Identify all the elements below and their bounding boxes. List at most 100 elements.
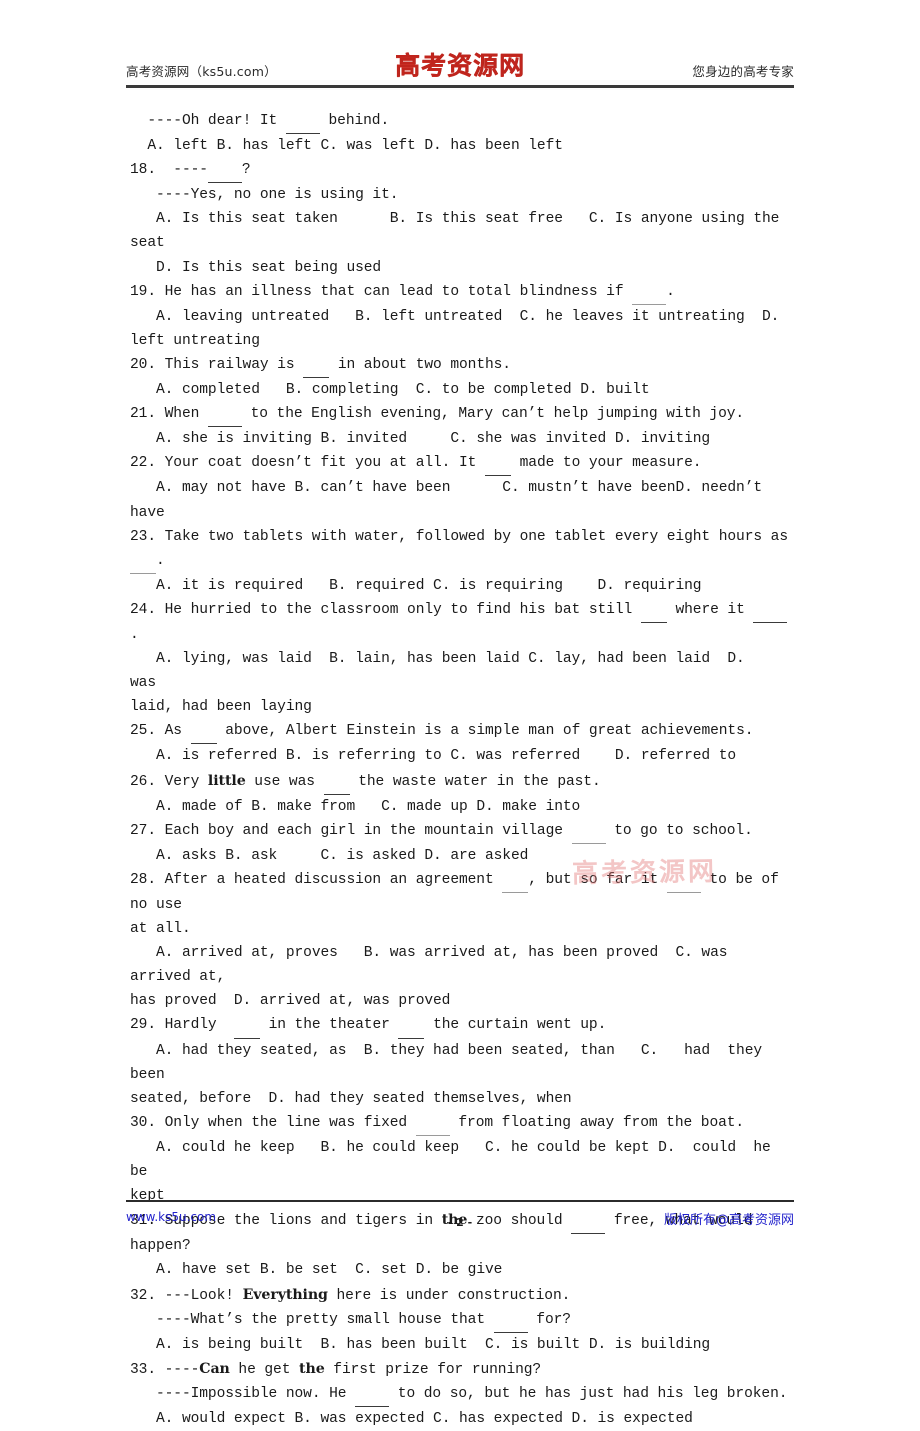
question-line: 28. After a heated discussion an agreeme…	[130, 868, 794, 917]
answer-blank[interactable]	[190, 719, 217, 745]
text-run: the waste water in the past.	[349, 773, 601, 790]
question-line: laid, had been laying	[130, 695, 794, 719]
answer-blank[interactable]	[398, 1013, 425, 1039]
question-line: ----Oh dear! It behind.	[130, 109, 794, 135]
question-line: ----What’s the pretty small house that f…	[130, 1308, 794, 1333]
text-run: 32. ---Look!	[130, 1287, 243, 1304]
text-run: 19. He has an illness that can lead to t…	[130, 283, 633, 300]
answer-blank[interactable]	[207, 402, 242, 428]
text-run: A. left B. has left C. was left D. has b…	[130, 138, 563, 155]
page-header: 高考资源网（ks5u.com） 高考资源网 您身边的高考专家	[126, 51, 794, 88]
document-page: 高考资源网（ks5u.com） 高考资源网 您身边的高考专家 ----Oh de…	[0, 0, 920, 1427]
emphasised-word: Everything	[242, 1286, 328, 1303]
answer-blank[interactable]	[632, 280, 667, 305]
question-line: 33. ----Can he get the first prize for r…	[130, 1357, 794, 1382]
question-line: left untreating	[130, 329, 794, 353]
answer-blank[interactable]	[285, 109, 320, 135]
footer-url-link[interactable]: www.ks5u.com	[126, 1210, 216, 1224]
text-run: 28. After a heated discussion an agreeme…	[130, 871, 503, 888]
question-line: A. made of B. make from C. made up D. ma…	[130, 795, 794, 819]
text-run: A. it is required B. required C. is requ…	[130, 577, 702, 594]
answer-blank[interactable]	[502, 868, 529, 893]
text-run: D. Is this seat being used	[130, 259, 382, 276]
text-run: A. had they seated, as B. they had been …	[130, 1042, 780, 1083]
question-line: A. is being built B. has been built C. i…	[130, 1333, 794, 1357]
question-line: 22. Your coat doesn’t fit you at all. It…	[130, 451, 794, 477]
question-line: A. could he keep B. he could keep C. he …	[130, 1136, 794, 1184]
text-run: where it	[666, 601, 754, 618]
text-run: A. lying, was laid B. lain, has been lai…	[130, 651, 780, 692]
text-run: A. could he keep B. he could keep C. he …	[130, 1139, 789, 1181]
text-run: ----Oh dear! It	[130, 113, 286, 129]
emphasised-word: Can	[199, 1360, 230, 1377]
footer-copyright: 版权所有@高考资源网	[663, 1213, 794, 1228]
question-line: A. completed B. completing C. to be comp…	[130, 378, 794, 402]
answer-blank[interactable]	[571, 819, 606, 844]
question-line: 32. ---Look! Everything here is under co…	[130, 1283, 794, 1308]
answer-blank[interactable]	[323, 770, 350, 795]
question-line: A. Is this seat taken B. Is this seat fr…	[130, 207, 794, 255]
text-run: A. is referred B. is referring to C. was…	[130, 748, 737, 765]
text-run: 21. When	[130, 406, 208, 423]
answer-blank[interactable]	[753, 598, 788, 623]
question-line: 20. This railway is in about two months.	[130, 353, 794, 379]
question-line: 21. When to the English evening, Mary ca…	[130, 402, 794, 428]
text-run: 20. This railway is	[130, 356, 304, 373]
question-line: 24. He hurried to the classroom only to …	[130, 598, 794, 647]
answer-blank[interactable]	[493, 1308, 528, 1333]
question-line: A. may not have B. can’t have been C. mu…	[130, 476, 794, 524]
answer-blank[interactable]	[207, 158, 242, 184]
text-run: .	[156, 552, 165, 569]
question-line: seated, before D. had they seated themse…	[130, 1087, 794, 1111]
text-run: 22. Your coat doesn’t fit you at all. It	[130, 455, 485, 472]
text-run: behind.	[319, 113, 390, 129]
question-line: A. asks B. ask C. is asked D. are asked	[130, 844, 794, 868]
text-run: to do so, but he has just had his leg br…	[389, 1385, 788, 1402]
text-run: A. made of B. make from C. made up D. ma…	[130, 798, 581, 815]
text-run: A. is being built B. has been built C. i…	[130, 1336, 711, 1353]
question-line: at all.	[130, 917, 794, 941]
answer-blank[interactable]	[640, 598, 667, 623]
text-run: , but so far it	[528, 871, 667, 888]
question-line: A. would expect B. was expected C. has e…	[130, 1407, 794, 1431]
text-run: 24. He hurried to the classroom only to …	[130, 601, 641, 618]
text-run: in the theater	[259, 1017, 399, 1034]
question-line: has proved D. arrived at, was proved	[130, 989, 794, 1013]
text-run: A. arrived at, proves B. was arrived at,…	[130, 945, 737, 986]
text-run: 26. Very	[130, 773, 208, 790]
question-line: A. arrived at, proves B. was arrived at,…	[130, 941, 794, 989]
question-line: 30. Only when the line was fixed from fl…	[130, 1111, 794, 1136]
text-run: laid, had been laying	[130, 699, 312, 716]
text-run: 27. Each boy and each girl in the mounta…	[130, 822, 572, 839]
text-run: he get	[229, 1361, 300, 1378]
text-run: 29. Hardly	[130, 1017, 234, 1034]
question-line: ----Impossible now. He to do so, but he …	[130, 1382, 794, 1407]
question-line: A. left B. has left C. was left D. has b…	[130, 134, 794, 158]
question-line: A. had they seated, as B. they had been …	[130, 1039, 794, 1087]
text-run: ?	[241, 162, 251, 179]
answer-blank[interactable]	[130, 549, 156, 574]
answer-blank[interactable]	[233, 1013, 260, 1039]
answer-blank[interactable]	[355, 1382, 390, 1407]
header-tagline: 您身边的高考专家	[692, 64, 794, 79]
emphasised-word: little	[207, 772, 246, 789]
text-run: in about two months.	[329, 356, 511, 373]
text-run: from floating away from the boat.	[449, 1114, 745, 1131]
answer-blank[interactable]	[415, 1111, 450, 1136]
answer-blank[interactable]	[484, 451, 511, 477]
text-run: at all.	[130, 921, 191, 938]
text-run: ----What’s the pretty small house that	[130, 1311, 494, 1328]
question-line: A. is referred B. is referring to C. was…	[130, 744, 794, 768]
text-run: A. asks B. ask C. is asked D. are asked	[130, 847, 529, 864]
text-run: here is under construction.	[327, 1287, 571, 1304]
text-run: use was	[245, 773, 324, 790]
text-run: A. she is inviting B. invited C. she was…	[130, 431, 711, 448]
text-run: 33. ----	[130, 1361, 200, 1378]
answer-blank[interactable]	[303, 353, 330, 379]
question-line: 25. As above, Albert Einstein is a simpl…	[130, 719, 794, 745]
text-run: has proved D. arrived at, was proved	[130, 993, 451, 1010]
answer-blank[interactable]	[666, 868, 701, 893]
text-run: 30. Only when the line was fixed	[130, 1114, 416, 1131]
text-run: A. leaving untreated B. left untreated C…	[130, 308, 780, 325]
header-site-label: 高考资源网（ks5u.com）	[126, 64, 277, 79]
